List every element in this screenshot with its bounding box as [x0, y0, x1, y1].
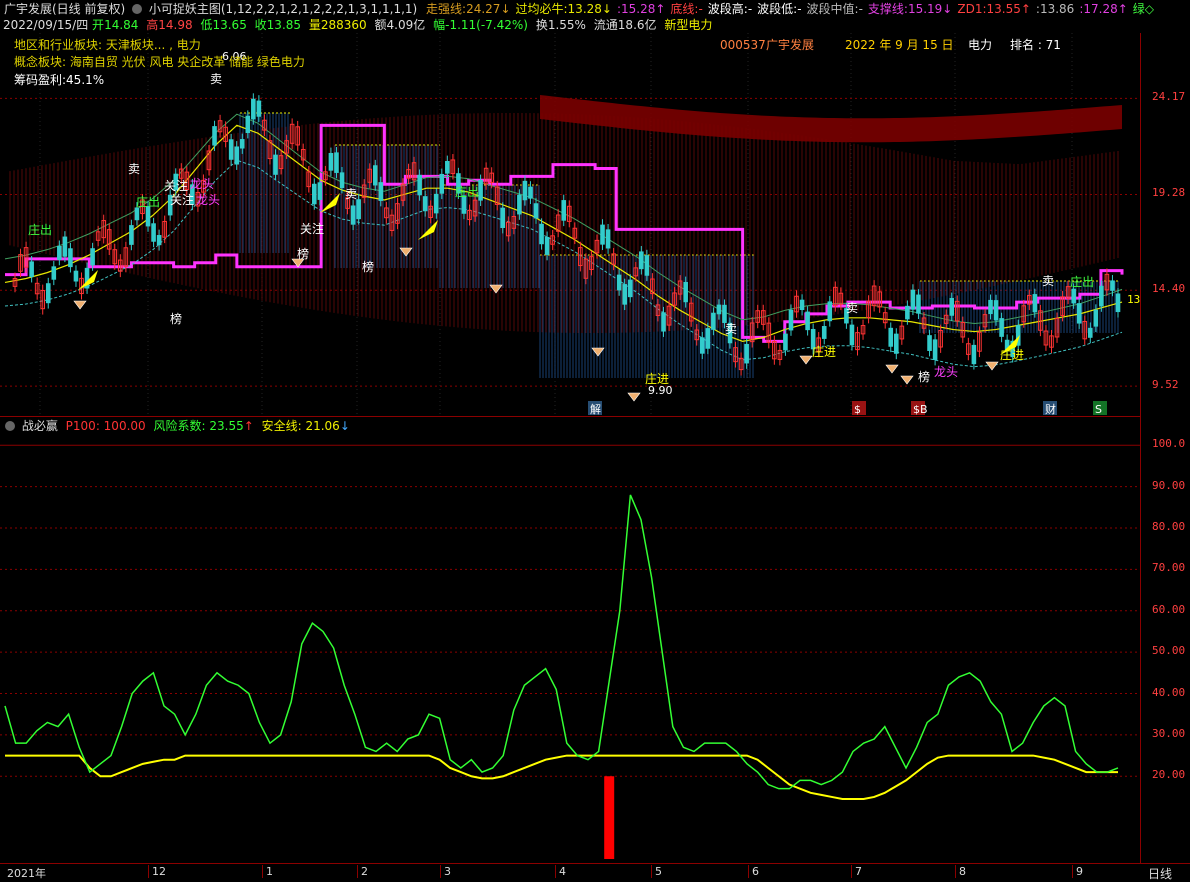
indicator-item: 走强线:24.27↓ — [426, 2, 511, 16]
indicator-item: 过均必牛:13.28↓ — [515, 2, 612, 16]
sub-tick: 70.00 — [1152, 561, 1186, 575]
quote-bar: 2022/09/15/四 开14.84 高14.98 低13.65 收13.85… — [0, 17, 712, 33]
float-label: 流通 — [593, 18, 618, 32]
sub-tick: 60.00 — [1152, 602, 1186, 616]
settings-icon[interactable] — [132, 4, 143, 14]
time-tick: 3 — [440, 865, 451, 878]
price-tick: 9.52 — [1152, 378, 1179, 392]
sub-tick: 20.00 — [1152, 768, 1186, 782]
indicator-item: :13.86 — [1035, 2, 1075, 16]
price-tick: 19.28 — [1152, 186, 1186, 200]
sub-tick: 100.0 — [1152, 437, 1186, 451]
volume-label: 量 — [308, 18, 321, 32]
time-tick: 9 — [1072, 865, 1083, 878]
sub-tick: 40.00 — [1152, 685, 1186, 699]
time-tick: 7 — [851, 865, 862, 878]
time-tick: 2 — [357, 865, 368, 878]
float-value: 18.6亿 — [617, 18, 657, 32]
change-label: 幅 — [433, 18, 446, 32]
stock-title[interactable]: 广宇发展(日线 前复权) — [4, 2, 125, 16]
time-tick: 1 — [262, 865, 273, 878]
close-label: 收 — [254, 18, 267, 32]
close-value: 13.85 — [266, 18, 302, 32]
amount-label: 额 — [374, 18, 387, 32]
turnover-label: 换 — [535, 18, 548, 32]
period-selector[interactable]: 日线 — [1148, 865, 1172, 882]
indicator-item: :17.28↑ — [1079, 2, 1128, 16]
main-panel-border — [0, 33, 1141, 417]
sub-tick: 30.00 — [1152, 726, 1186, 740]
time-axis: 2021年 12 1 2 3 4 5 6 7 8 9 日线 — [0, 863, 1190, 882]
quote-date: 2022/09/15/四 — [3, 18, 89, 32]
volume-value: 288360 — [320, 18, 367, 32]
time-tick: 8 — [955, 865, 966, 878]
time-tick: 2021年 — [7, 867, 46, 880]
indicator-item: 波段高:- — [707, 2, 753, 16]
turnover-value: 1.55% — [547, 18, 586, 32]
sub-tick: 90.00 — [1152, 478, 1186, 492]
sub-tick: 80.00 — [1152, 520, 1186, 534]
open-label: 开 — [92, 18, 105, 32]
indicator-item: 波段低:- — [757, 2, 802, 16]
indicator-name[interactable]: 小可捉妖主图(1,12,2,2,1,2,1,2,2,2,1,3,1,1,1,1) — [149, 2, 417, 16]
time-tick: 5 — [651, 865, 662, 878]
high-label: 高 — [146, 18, 159, 32]
low-label: 低 — [200, 18, 213, 32]
sub-panel-border — [0, 416, 1141, 864]
indicator-item: ZD1:13.55↑ — [957, 2, 1031, 16]
change-value: -1.11(-7.42%) — [445, 18, 528, 32]
open-value: 14.84 — [104, 18, 139, 32]
indicator-item: 支撑线:15.19↓ — [867, 2, 953, 16]
price-tick: 24.17 — [1152, 90, 1186, 104]
time-tick: 6 — [748, 865, 759, 878]
indicator-item: 底线:- — [670, 2, 703, 16]
time-tick: 12 — [148, 865, 166, 878]
amount-value: 4.09亿 — [386, 18, 426, 32]
indicator-item: 波段中值:- — [806, 2, 863, 16]
indicator-item: 绿◇ — [1132, 2, 1154, 16]
time-tick: 4 — [555, 865, 566, 878]
low-value: 13.65 — [212, 18, 247, 32]
indicator-item: :15.28↑ — [616, 2, 666, 16]
header-bar: 广宇发展(日线 前复权) 小可捉妖主图(1,12,2,2,1,2,1,2,2,2… — [0, 0, 1154, 18]
price-tick: 14.40 — [1152, 282, 1186, 296]
high-value: 14.98 — [158, 18, 193, 32]
sub-tick: 50.00 — [1152, 644, 1186, 658]
indicator-values: 走强线:24.27↓ 过均必牛:13.28↓ :15.28↑ 底线:- 波段高:- 波段低… — [421, 2, 1154, 16]
concept-tag: 新型电力 — [664, 18, 713, 32]
